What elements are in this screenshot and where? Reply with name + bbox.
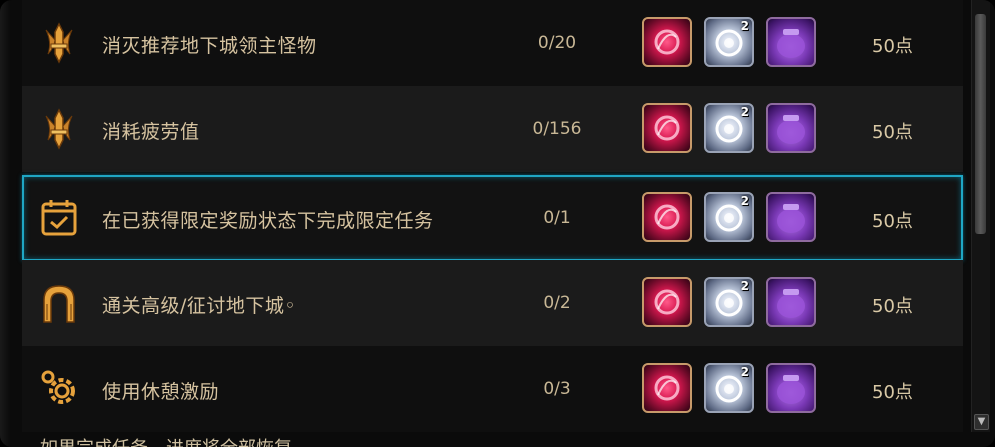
reward-item-silver-emblem[interactable]: 2	[704, 277, 754, 327]
scrollbar-thumb[interactable]	[975, 14, 986, 234]
sword-crest-icon	[36, 20, 82, 66]
task-points: 50点	[872, 36, 913, 57]
task-progress: 0/156	[532, 119, 582, 139]
task-title: 在已获得限定奖励状态下完成限定任务	[102, 210, 434, 232]
calendar-check-icon	[36, 195, 82, 241]
task-row-selected[interactable]: 在已获得限定奖励状态下完成限定任务 0/1 2 50点	[22, 175, 963, 261]
task-row[interactable]: 消耗疲劳值 0/156 2 50点	[22, 86, 963, 172]
reward-count: 2	[740, 19, 749, 33]
task-progress: 0/2	[543, 293, 571, 313]
gear-icon	[36, 366, 82, 412]
task-points: 50点	[872, 211, 913, 232]
scroll-down-arrow-icon[interactable]: ▼	[974, 414, 989, 430]
reward-item-purple-pot[interactable]	[766, 103, 816, 153]
reward-count: 2	[740, 365, 749, 379]
vertical-scrollbar[interactable]: ▼	[971, 0, 990, 432]
task-progress: 0/3	[543, 379, 571, 399]
task-progress: 0/1	[543, 208, 571, 228]
task-row[interactable]: 通关高级/征讨地下城◦ 0/2 2 50点	[22, 260, 963, 346]
reward-item-purple-pot[interactable]	[766, 192, 816, 242]
panel-left-edge	[0, 0, 10, 447]
task-title: 消灭推荐地下城领主怪物	[102, 35, 317, 57]
reward-item-red-orb[interactable]	[642, 277, 692, 327]
reward-item-purple-pot[interactable]	[766, 363, 816, 413]
task-row[interactable]: 使用休憩激励 0/3 2 50点	[22, 346, 963, 432]
reward-count: 2	[740, 194, 749, 208]
task-row[interactable]: 消灭推荐地下城领主怪物 0/20 2 50点	[22, 0, 963, 86]
task-points: 50点	[872, 382, 913, 403]
reward-item-red-orb[interactable]	[642, 192, 692, 242]
reward-item-red-orb[interactable]	[642, 17, 692, 67]
task-list: 消灭推荐地下城领主怪物 0/20 2 50点 消耗疲劳值 0/156 2 50点…	[22, 0, 963, 432]
reward-count: 2	[740, 105, 749, 119]
task-panel: 消灭推荐地下城领主怪物 0/20 2 50点 消耗疲劳值 0/156 2 50点…	[0, 0, 995, 447]
task-progress: 0/20	[537, 33, 577, 53]
task-points: 50点	[872, 296, 913, 317]
reward-item-purple-pot[interactable]	[766, 17, 816, 67]
reward-count: 2	[740, 279, 749, 293]
reward-item-silver-emblem[interactable]: 2	[704, 363, 754, 413]
dungeon-gate-icon	[36, 280, 82, 326]
task-title: 使用休憩激励	[102, 381, 220, 403]
reward-item-silver-emblem[interactable]: 2	[704, 192, 754, 242]
reward-item-red-orb[interactable]	[642, 363, 692, 413]
reward-item-silver-emblem[interactable]: 2	[704, 17, 754, 67]
sword-crest-icon	[36, 106, 82, 152]
task-title: 通关高级/征讨地下城◦	[102, 295, 297, 317]
reward-item-purple-pot[interactable]	[766, 277, 816, 327]
footer-note: 如果完成任务，进度将全部恢复	[40, 434, 292, 447]
task-title: 消耗疲劳值	[102, 121, 200, 143]
reward-item-red-orb[interactable]	[642, 103, 692, 153]
task-points: 50点	[872, 122, 913, 143]
reward-item-silver-emblem[interactable]: 2	[704, 103, 754, 153]
